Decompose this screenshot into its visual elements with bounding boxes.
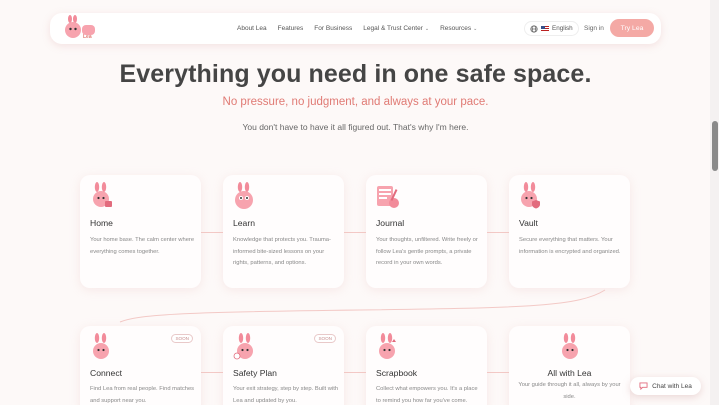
nav-about-lea[interactable]: About Lea — [237, 25, 267, 32]
card-connector — [487, 372, 509, 373]
nav-for-business[interactable]: For Business — [314, 25, 352, 32]
chat-bubble-icon — [639, 382, 648, 390]
top-navigation: Lea About Lea Features For Business Lega… — [50, 13, 661, 44]
logo-text: Lea — [83, 34, 92, 40]
nav-resources[interactable]: Resources ⌄ — [440, 25, 477, 32]
hero-title: Everything you need in one safe space. — [119, 60, 592, 88]
nav-link-label: Features — [277, 25, 304, 32]
feature-card-connect[interactable]: SOON Connect Find Lea from real people. … — [80, 326, 201, 405]
bunny-learn-icon — [235, 182, 253, 209]
soon-badge: SOON — [314, 334, 336, 343]
globe-icon — [530, 24, 538, 33]
page-scrollbar[interactable] — [710, 0, 719, 405]
nav-features[interactable]: Features — [278, 25, 304, 32]
soon-badge: SOON — [171, 334, 193, 343]
try-lea-button[interactable]: Try Lea — [610, 19, 654, 37]
card-connector — [344, 232, 366, 233]
card-description: Your guide through it all, always by you… — [518, 382, 621, 400]
card-connector — [201, 372, 223, 373]
feature-card-home[interactable]: Home Your home base. The calm center whe… — [80, 175, 201, 288]
card-title: Journal — [376, 218, 405, 228]
card-description: Secure everything that matters. Your inf… — [519, 237, 621, 255]
nav-link-label: About Lea — [237, 25, 267, 32]
language-label: English — [552, 25, 573, 32]
card-title: Vault — [519, 218, 538, 228]
card-description: Your thoughts, unfiltered. Write freely … — [376, 237, 478, 266]
card-connector — [344, 372, 366, 373]
card-description: Find Lea from real people. Find matches … — [90, 386, 195, 404]
feature-card-learn[interactable]: Learn Knowledge that protects you. Traum… — [223, 175, 344, 288]
hero-subtitle: No pressure, no judgment, and always at … — [222, 96, 489, 108]
feature-card-journal[interactable]: Journal Your thoughts, unfiltered. Write… — [366, 175, 487, 288]
nav-link-label: For Business — [314, 25, 353, 32]
card-title: Learn — [233, 218, 255, 228]
bunny-lea-icon — [562, 333, 578, 359]
card-title: Home — [90, 218, 113, 228]
row-connector-curve — [119, 289, 606, 323]
card-title: Scrapbook — [376, 368, 418, 378]
language-selector[interactable]: English — [524, 21, 579, 36]
nav-links: About Lea Features For Business Legal & … — [237, 13, 477, 44]
card-connector — [487, 232, 509, 233]
card-description: Your exit strategy, step by step. Built … — [233, 386, 339, 404]
card-description: Collect what empowers you. It's a place … — [376, 386, 478, 404]
nav-link-label: Legal & Trust Center — [363, 25, 423, 32]
journal-notebook-icon — [377, 186, 399, 208]
sign-in-link[interactable]: Sign in — [584, 13, 604, 44]
us-flag-icon — [541, 26, 549, 31]
bunny-connect-icon — [93, 333, 109, 359]
card-description: Your home base. The calm center where ev… — [90, 237, 195, 255]
feature-card-scrapbook[interactable]: Scrapbook Collect what empowers you. It'… — [366, 326, 487, 405]
bunny-vault-icon — [521, 182, 540, 209]
page-scrollbar-thumb[interactable] — [712, 121, 718, 171]
feature-card-safety-plan[interactable]: SOON Safety Plan Your exit strategy, ste… — [223, 326, 344, 405]
card-title: All with Lea — [547, 368, 592, 378]
chat-with-lea-button[interactable]: Chat with Lea — [630, 377, 701, 395]
lea-logo[interactable]: Lea — [58, 15, 98, 43]
chat-label: Chat with Lea — [652, 382, 692, 390]
card-title: Connect — [90, 368, 123, 378]
chevron-down-icon: ⌄ — [473, 25, 478, 32]
bunny-scrapbook-icon — [379, 333, 396, 359]
feature-card-vault[interactable]: Vault Secure everything that matters. Yo… — [509, 175, 630, 288]
nav-link-label: Resources — [440, 25, 472, 32]
card-description: Knowledge that protects you. Trauma-info… — [233, 237, 331, 266]
nav-legal-trust-center[interactable]: Legal & Trust Center ⌄ — [363, 25, 429, 32]
chevron-down-icon: ⌄ — [424, 25, 430, 32]
bunny-safety-plan-icon — [233, 333, 253, 360]
feature-card-all-with-lea[interactable]: All with Lea Your guide through it all, … — [509, 326, 630, 405]
card-title: Safety Plan — [233, 368, 277, 378]
hero-description: You don't have to have it all figured ou… — [242, 122, 469, 132]
card-connector — [201, 232, 223, 233]
bunny-home-icon — [93, 182, 112, 207]
